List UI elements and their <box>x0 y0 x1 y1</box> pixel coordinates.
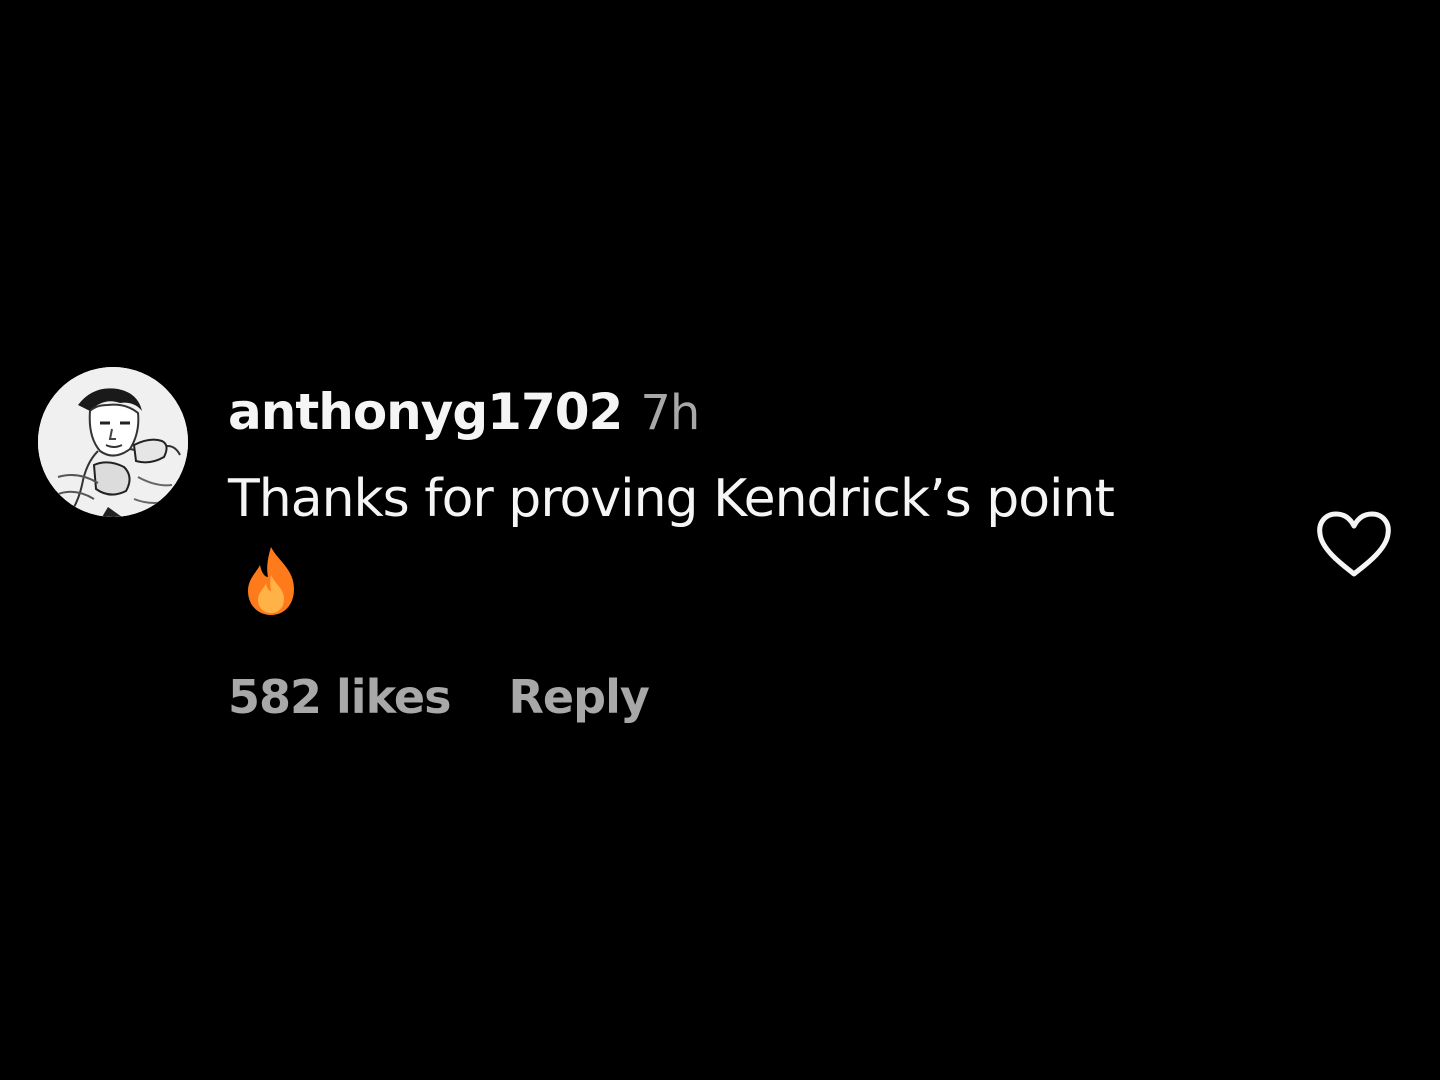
like-button[interactable] <box>1314 508 1394 580</box>
user-avatar[interactable] <box>38 367 188 517</box>
comment-text: Thanks for proving Kendrick’s point <box>228 469 1115 529</box>
likes-count[interactable]: 582 likes <box>228 670 452 724</box>
comment-actions: 582 likes Reply <box>228 670 650 724</box>
reply-button[interactable]: Reply <box>509 670 650 724</box>
heart-outline-icon <box>1317 511 1391 577</box>
comment-timestamp: 7h <box>640 385 700 441</box>
comment-header: anthonyg1702 7h <box>228 383 700 447</box>
fire-emoji <box>240 545 302 617</box>
comment-item: anthonyg1702 7h Thanks for proving Kendr… <box>0 0 1440 1080</box>
fire-icon <box>248 547 294 615</box>
username-link[interactable]: anthonyg1702 <box>228 383 623 441</box>
avatar-sketch-icon <box>38 367 188 517</box>
